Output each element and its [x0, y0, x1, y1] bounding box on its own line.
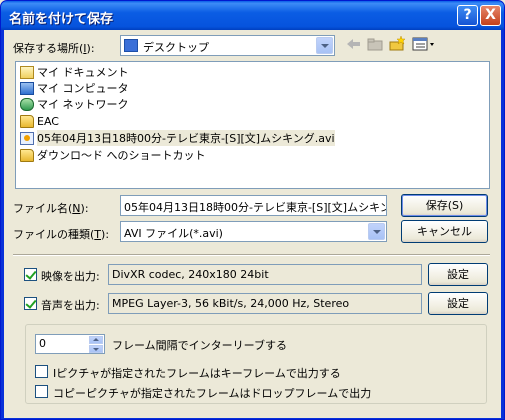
dialog-title: 名前を付けて保存 [9, 12, 114, 27]
chevron-down-icon[interactable] [368, 223, 385, 240]
divider [13, 254, 490, 256]
spin-down-icon[interactable] [89, 345, 103, 353]
spin-up-icon[interactable] [89, 336, 103, 344]
filetype-label: ファイルの種類(T): [13, 228, 110, 241]
filename-input[interactable]: 05年04月13日18時00分-テレビ東京-[S][文]ムシキング.avi [120, 195, 387, 216]
view-menu-icon[interactable] [412, 36, 436, 52]
video-settings-button[interactable]: 設定 [428, 263, 488, 286]
video-codec-field: DivXR codec, 240x180 24bit [108, 264, 422, 285]
filetype-combo[interactable]: AVI ファイル(*.avi) [120, 221, 387, 242]
audio-output-label: 音声を出力: [41, 299, 100, 312]
my-computer-icon [20, 81, 34, 95]
desktop-icon [124, 39, 138, 52]
save-in-value: デスクトップ [143, 41, 209, 54]
new-folder-icon[interactable] [388, 36, 406, 52]
close-button[interactable]: X [480, 5, 501, 26]
interleave-value: 0 [39, 337, 46, 350]
dropframe-label: コピーピクチャが指定されたフレームはドロップフレームで出力 [53, 387, 372, 400]
title-bar[interactable]: 名前を付けて保存 ? X [1, 1, 504, 30]
list-item-label: ダウンロ～ド へのショートカット [37, 149, 206, 162]
video-output-label: 映像を出力: [41, 270, 100, 283]
list-item-my-documents[interactable]: マイ ドキュメント [20, 64, 129, 80]
filetype-value: AVI ファイル(*.avi) [124, 227, 223, 240]
list-item-eac[interactable]: EAC [20, 113, 59, 129]
list-item-label: マイ ドキュメント [37, 66, 129, 79]
chevron-down-icon[interactable] [316, 37, 333, 54]
list-item-label: 05年04月13日18時00分-テレビ東京-[S][文]ムシキング.avi [37, 130, 335, 146]
list-item-my-computer[interactable]: マイ コンピュータ [20, 80, 129, 96]
keyframe-label: Iピクチャが指定されたフレームはキーフレームで出力する [53, 367, 341, 380]
my-network-icon [20, 97, 34, 111]
list-item-label: EAC [37, 114, 59, 128]
shortcut-folder-icon [20, 148, 34, 162]
file-list[interactable]: マイ ドキュメント マイ コンピュータ マイ ネットワーク EAC 05年04月… [15, 61, 490, 189]
list-item-my-network[interactable]: マイ ネットワーク [20, 96, 129, 112]
filename-label: ファイル名(N): [13, 202, 89, 215]
interleave-spinner[interactable]: 0 [35, 334, 105, 354]
list-item-label: マイ コンピュータ [37, 82, 129, 95]
list-item-avi-file[interactable]: 05年04月13日18時00分-テレビ東京-[S][文]ムシキング.avi [20, 130, 335, 146]
avi-file-icon [20, 131, 34, 145]
up-folder-icon[interactable] [366, 36, 384, 52]
audio-settings-button[interactable]: 設定 [428, 292, 488, 315]
keyframe-checkbox[interactable] [35, 365, 48, 378]
list-item-label: マイ ネットワーク [37, 98, 129, 111]
folder-icon [20, 114, 34, 128]
back-arrow-icon[interactable] [345, 36, 363, 52]
cancel-button[interactable]: キャンセル [401, 220, 488, 243]
dialog-body: 保存する場所(I): デスクトップ マイ ドキュメント マイ コンピュータ マイ… [4, 30, 501, 418]
audio-codec-field: MPEG Layer-3, 56 kBit/s, 24,000 Hz, Ster… [108, 293, 422, 314]
interleave-label: フレーム間隔でインターリーブする [112, 339, 288, 352]
video-output-checkbox[interactable] [24, 268, 37, 281]
my-documents-icon [20, 65, 34, 79]
save-in-combo[interactable]: デスクトップ [120, 35, 335, 56]
audio-output-checkbox[interactable] [24, 297, 37, 310]
dropframe-checkbox[interactable] [35, 385, 48, 398]
save-in-label: 保存する場所(I): [13, 42, 95, 55]
save-as-dialog: 名前を付けて保存 ? X 保存する場所(I): デスクトップ マイ ドキュメント… [0, 0, 505, 420]
help-button[interactable]: ? [457, 5, 478, 26]
list-item-download-shortcut[interactable]: ダウンロ～ド へのショートカット [20, 147, 206, 163]
save-button[interactable]: 保存(S) [401, 194, 488, 217]
